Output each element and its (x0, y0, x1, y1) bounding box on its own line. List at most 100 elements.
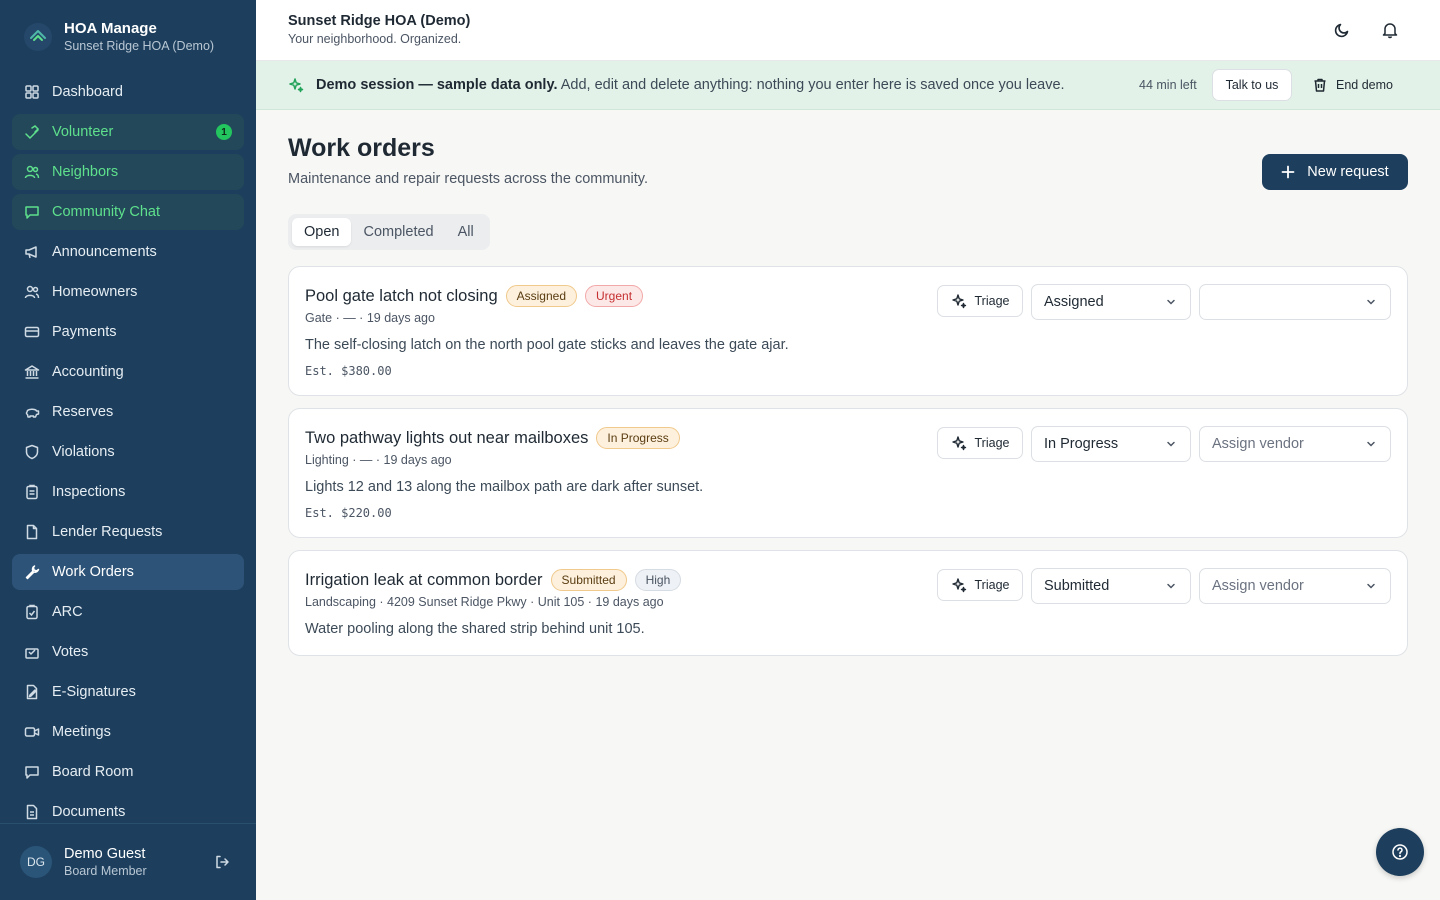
user-name: Demo Guest (64, 846, 146, 862)
sidebar-item-reserves[interactable]: Reserves (12, 394, 244, 430)
work-order-meta: Gate · — · 19 days ago (305, 311, 435, 325)
sidebar-item-payments[interactable]: Payments (12, 314, 244, 350)
sparkle-icon (288, 77, 304, 93)
vendor-select[interactable]: Assign vendor (1199, 568, 1391, 604)
sidebar-item-label: Reserves (52, 404, 114, 420)
triage-label: Triage (974, 578, 1010, 592)
tab-open[interactable]: Open (292, 218, 352, 246)
sidebar-item-arc[interactable]: ARC (12, 594, 244, 630)
work-order-description: Water pooling along the shared strip beh… (305, 621, 645, 637)
sidebar-item-homeowners[interactable]: Homeowners (12, 274, 244, 310)
sidebar-item-votes[interactable]: Votes (12, 634, 244, 670)
header-title: Sunset Ridge HOA (Demo) (288, 13, 471, 29)
chevron-down-icon (1167, 583, 1175, 589)
sidebar-item-label: Lender Requests (52, 524, 163, 540)
work-order-estimate: Est. $380.00 (305, 364, 392, 378)
vendor-select[interactable]: Assign vendor (1199, 426, 1391, 462)
chevron-down-icon (1167, 441, 1175, 447)
status-badge: Submitted (550, 569, 627, 591)
neighbors-icon (24, 164, 40, 180)
sidebar-item-community-chat[interactable]: Community Chat (12, 194, 244, 230)
dashboard-icon (24, 84, 40, 100)
wrench-icon (24, 564, 40, 580)
sidebar-item-label: Community Chat (52, 204, 160, 220)
sidebar-item-announcements[interactable]: Announcements (12, 234, 244, 270)
sidebar-item-meetings[interactable]: Meetings (12, 714, 244, 750)
work-order-title[interactable]: Irrigation leak at common border (305, 571, 543, 590)
work-order-card[interactable]: Irrigation leak at common border Submitt… (288, 550, 1408, 656)
sidebar: HOA Manage Sunset Ridge HOA (Demo) Dashb… (0, 0, 256, 900)
new-request-label: New request (1307, 164, 1389, 180)
triage-button[interactable]: Triage (937, 285, 1023, 317)
page-title: Work orders (288, 134, 435, 162)
trash-icon (1314, 78, 1326, 92)
page-subtitle: Maintenance and repair requests across t… (288, 171, 648, 187)
sidebar-item-label: Votes (52, 644, 89, 660)
sidebar-item-label: Work Orders (52, 564, 134, 580)
demo-banner: Demo session — sample data only. Add, ed… (256, 61, 1440, 110)
volunteer-icon (24, 124, 40, 140)
bank-icon (24, 364, 40, 380)
sidebar-item-label: E-Signatures (52, 684, 136, 700)
clipboard-list-icon (24, 484, 40, 500)
chevron-down-icon (1167, 299, 1175, 305)
end-demo-label: End demo (1336, 78, 1393, 92)
time-left: 44 min left (1139, 78, 1197, 92)
sidebar-item-board-room[interactable]: Board Room (12, 754, 244, 790)
work-order-description: Lights 12 and 13 along the mailbox path … (305, 479, 704, 495)
work-order-card[interactable]: Pool gate latch not closing Assigned Urg… (288, 266, 1408, 396)
logout-icon[interactable] (214, 854, 230, 870)
banner-message: Demo session — sample data only. Add, ed… (316, 77, 1065, 93)
sidebar-item-dashboard[interactable]: Dashboard (12, 74, 244, 110)
priority-badge: Urgent (585, 285, 644, 307)
status-tabs: Open Completed All (288, 214, 490, 250)
vendor-select[interactable] (1199, 284, 1391, 320)
status-value: Submitted (1044, 578, 1110, 594)
triage-button[interactable]: Triage (937, 569, 1023, 601)
sidebar-item-e-signatures[interactable]: E-Signatures (12, 674, 244, 710)
status-select[interactable]: Assigned (1031, 284, 1191, 320)
triage-button[interactable]: Triage (937, 427, 1023, 459)
status-select[interactable]: Submitted (1031, 568, 1191, 604)
brand[interactable]: HOA Manage Sunset Ridge HOA (Demo) (24, 20, 214, 54)
avatar[interactable]: DG (20, 846, 52, 878)
logo-icon (24, 23, 52, 51)
sidebar-item-neighbors[interactable]: Neighbors (12, 154, 244, 190)
vendor-placeholder: Assign vendor (1212, 578, 1304, 594)
new-request-button[interactable]: New request (1262, 154, 1408, 190)
help-icon (1392, 844, 1408, 860)
help-button[interactable] (1376, 828, 1424, 876)
sparkle-icon (951, 294, 966, 309)
sidebar-item-inspections[interactable]: Inspections (12, 474, 244, 510)
work-order-estimate: Est. $220.00 (305, 506, 392, 520)
talk-to-us-button[interactable]: Talk to us (1212, 69, 1292, 101)
board-room-icon (24, 764, 40, 780)
sidebar-item-lender-requests[interactable]: Lender Requests (12, 514, 244, 550)
banner-text: Add, edit and delete anything: nothing y… (557, 77, 1065, 93)
sidebar-item-label: ARC (52, 604, 83, 620)
work-order-title[interactable]: Pool gate latch not closing (305, 287, 498, 306)
chat-icon (24, 204, 40, 220)
sidebar-item-label: Announcements (52, 244, 157, 260)
megaphone-icon (24, 244, 40, 260)
sidebar-nav: Dashboard Volunteer 1 Neighbors Communit… (12, 74, 244, 834)
sidebar-item-label: Violations (52, 444, 115, 460)
work-order-description: The self-closing latch on the north pool… (305, 337, 789, 353)
banner-bold: Demo session — sample data only. (316, 77, 558, 93)
work-order-card[interactable]: Two pathway lights out near mailboxes In… (288, 408, 1408, 538)
status-select[interactable]: In Progress (1031, 426, 1191, 462)
volunteer-count-badge: 1 (216, 124, 232, 140)
end-demo-button[interactable]: End demo (1312, 69, 1393, 101)
chevron-down-icon (1367, 299, 1375, 305)
moon-icon[interactable] (1330, 18, 1354, 42)
bell-icon[interactable] (1378, 18, 1402, 42)
sidebar-item-work-orders[interactable]: Work Orders (12, 554, 244, 590)
sidebar-item-label: Documents (52, 804, 126, 820)
sidebar-item-accounting[interactable]: Accounting (12, 354, 244, 390)
work-order-title[interactable]: Two pathway lights out near mailboxes (305, 429, 588, 448)
tab-all[interactable]: All (446, 218, 486, 246)
sidebar-item-volunteer[interactable]: Volunteer 1 (12, 114, 244, 150)
sidebar-item-label: Accounting (52, 364, 124, 380)
sidebar-item-violations[interactable]: Violations (12, 434, 244, 470)
tab-completed[interactable]: Completed (351, 218, 445, 246)
